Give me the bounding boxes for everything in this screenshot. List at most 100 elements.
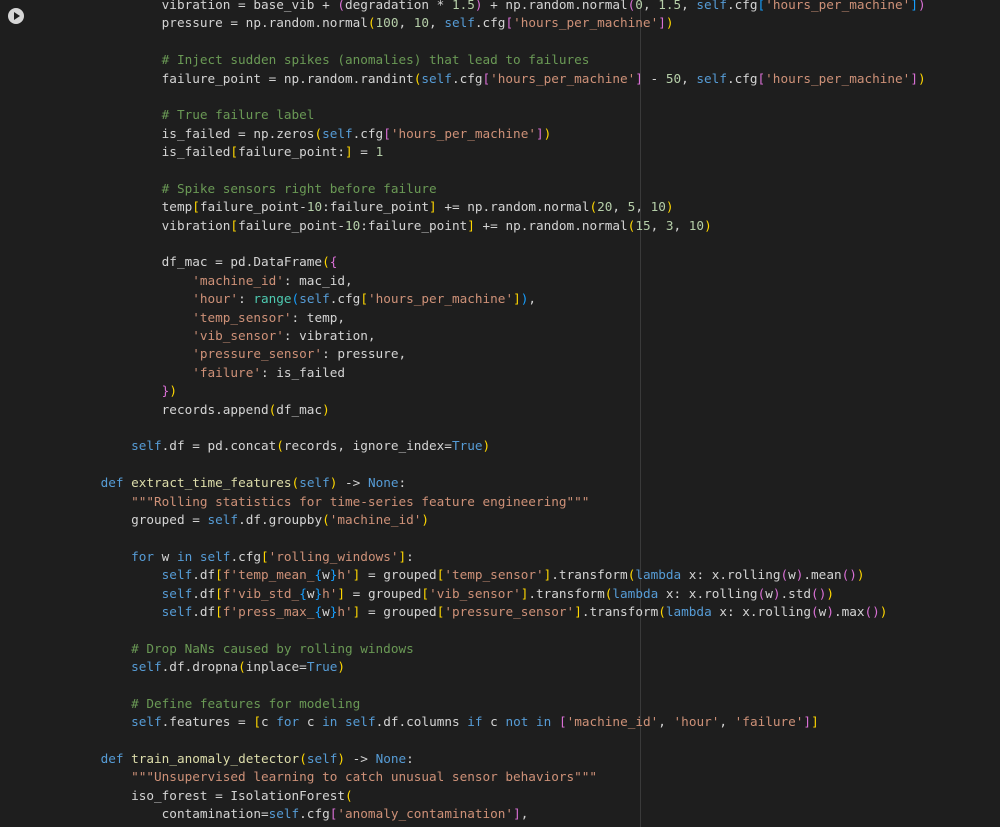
- code-token: 100: [375, 15, 399, 31]
- code-token: ,: [681, 70, 697, 86]
- code-token: h': [322, 585, 338, 601]
- code-token: self: [199, 548, 231, 564]
- code-token: : is_failed: [260, 364, 345, 380]
- code-token: [: [192, 199, 200, 215]
- code-token: failure_point-: [199, 199, 307, 215]
- code-token: ]: [635, 70, 643, 86]
- code-token: self: [322, 125, 353, 141]
- code-token: 'pressure_sensor': [192, 346, 323, 362]
- code-token: inplace=: [245, 659, 307, 675]
- code-token: ): [872, 603, 880, 619]
- code-token: c: [299, 714, 323, 730]
- code-token: ): [543, 125, 552, 141]
- code-token: [: [360, 291, 368, 307]
- code-token: 'vib_sensor': [192, 328, 284, 344]
- code-line: # True failure label: [70, 106, 926, 124]
- notebook-code-cell[interactable]: vibration = base_vib + (degradation * 1.…: [0, 0, 1000, 827]
- code-token: h': [337, 567, 353, 583]
- code-line: self.df[f'press_max_{w}h'] = grouped['pr…: [70, 603, 926, 621]
- code-token: True: [451, 438, 483, 454]
- code-token: = grouped: [360, 603, 437, 619]
- code-line: """Rolling statistics for time-series fe…: [70, 493, 926, 511]
- code-token: in: [536, 714, 552, 730]
- code-token: ): [917, 70, 926, 86]
- code-token: x: x.rolling: [711, 603, 812, 619]
- code-token: ]: [398, 548, 407, 564]
- code-token: [: [421, 585, 430, 601]
- code-line: def train_anomaly_detector(self) -> None…: [70, 750, 926, 768]
- code-token: :: [406, 751, 414, 767]
- code-token: ]: [345, 144, 353, 160]
- code-token: : vibration,: [283, 328, 376, 344]
- code-token: ]: [337, 585, 346, 601]
- code-token: records, ignore_index=: [283, 438, 452, 454]
- code-token: is_failed: [70, 144, 231, 160]
- code-token: failure_point:: [238, 144, 346, 160]
- code-token: [: [253, 714, 261, 730]
- play-circle-icon[interactable]: [8, 8, 24, 24]
- code-token: (: [780, 567, 789, 583]
- code-token: ): [322, 401, 330, 417]
- code-token: df_mac = pd.DataFrame: [70, 254, 323, 270]
- code-token: .df.groupby: [238, 511, 323, 527]
- code-line: temp[failure_point-10:failure_point] += …: [70, 198, 926, 216]
- code-token: ): [337, 659, 346, 675]
- code-token: 'hour': [192, 291, 239, 307]
- code-line: 'failure': is_failed: [70, 364, 926, 382]
- code-editor[interactable]: vibration = base_vib + (degradation * 1.…: [70, 0, 926, 824]
- code-token: (: [811, 603, 819, 619]
- code-token: :failure_point: [322, 199, 430, 215]
- code-token: degradation *: [345, 0, 452, 12]
- code-token: ]: [803, 714, 812, 730]
- code-token: self: [696, 0, 727, 12]
- code-token: 'hours_per_machine': [490, 70, 636, 86]
- code-token: ]: [467, 217, 475, 233]
- code-token: failure_point = np.random.randint: [70, 70, 414, 86]
- code-token: grouped =: [70, 511, 208, 527]
- code-token: f'vib_std_: [222, 585, 300, 601]
- code-token: 'rolling_windows': [268, 548, 399, 564]
- code-token: += np.random.normal: [436, 199, 590, 215]
- code-token: .cfg: [230, 548, 261, 564]
- code-token: lambda: [612, 585, 659, 601]
- code-token: (: [322, 254, 330, 270]
- code-token: (: [238, 659, 246, 675]
- code-token: ,: [520, 806, 529, 822]
- code-token: 'hours_per_machine': [367, 291, 514, 307]
- code-token: c: [260, 714, 277, 730]
- code-token: .std: [780, 585, 812, 601]
- code-token: .cfg: [474, 15, 506, 31]
- code-token: .cfg: [299, 806, 330, 822]
- code-token: is_failed = np.zeros: [70, 125, 315, 141]
- code-token: train_anomaly_detector: [131, 751, 300, 767]
- code-line: failure_point = np.random.randint(self.c…: [70, 70, 926, 88]
- code-token: if: [467, 714, 483, 730]
- code-token: {: [314, 603, 323, 619]
- code-token: w: [322, 603, 330, 619]
- code-token: 0: [635, 0, 643, 12]
- code-token: [: [482, 70, 491, 86]
- code-token: : temp,: [291, 309, 346, 325]
- code-token: self: [306, 751, 338, 767]
- code-token: w: [154, 548, 177, 564]
- code-token: (: [337, 0, 345, 12]
- code-token: 3: [665, 217, 674, 233]
- code-token: .df.dropna: [161, 659, 239, 675]
- code-line: iso_forest = IsolationForest(: [70, 787, 926, 805]
- code-token: : mac_id,: [283, 272, 353, 288]
- code-token: 'temp_sensor': [444, 567, 544, 583]
- code-token: self: [161, 603, 193, 619]
- code-token: ,: [398, 15, 414, 31]
- code-token: 10: [345, 217, 361, 233]
- code-token: ]: [910, 0, 918, 12]
- code-token: c: [482, 714, 506, 730]
